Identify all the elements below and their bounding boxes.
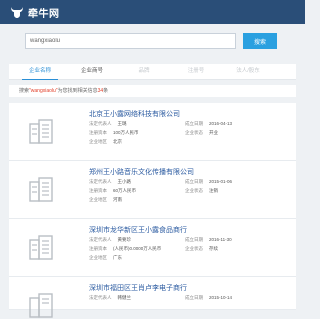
summary-middle: 为您找到相关信息 — [57, 88, 98, 94]
company-region-field: 企业地区 广东 — [89, 255, 122, 261]
field-label: 注册资本 — [89, 130, 107, 135]
field-label: 企业地区 — [89, 255, 107, 260]
result-summary: 搜索"wangxiaolu"为您找到相关信息34条 — [9, 85, 296, 97]
field-value: 黄要珍 — [117, 237, 132, 242]
field-label: 成立日期 — [185, 237, 203, 242]
company-status-field: 企业状态 注销 — [185, 188, 218, 194]
field-label: 企业状态 — [185, 188, 203, 193]
founded-date-field: 成立日期 2016-11-30 — [185, 237, 232, 243]
legal-rep-field: 法定代表人 王小路 — [89, 179, 131, 185]
field-value: 2015-10-14 — [209, 295, 233, 300]
field-label: 法定代表人 — [89, 179, 112, 184]
tab-legal-person[interactable]: 法人/股东 — [230, 64, 266, 79]
registered-capital-field: 注册资本 (人民币)0.0000万人民币 — [89, 246, 161, 252]
field-label: 企业地区 — [89, 139, 107, 144]
field-value: 王璐 — [117, 121, 127, 126]
legal-rep-field: 法定代表人 黄要珍 — [89, 237, 131, 243]
company-name-link[interactable]: 郑州王小路音乐文化传播有限公司 — [89, 167, 194, 177]
field-value: 开业 — [209, 130, 218, 135]
founded-date-field: 成立日期 2015-10-14 — [185, 295, 232, 301]
field-label: 注册资本 — [89, 246, 107, 251]
top-header: 牵牛网 — [0, 0, 305, 24]
summary-prefix: 搜索 — [19, 88, 30, 94]
field-label: 成立日期 — [185, 179, 203, 184]
tab-brand[interactable]: 品牌 — [126, 64, 162, 79]
building-icon — [29, 293, 53, 318]
summary-suffix: 条 — [103, 88, 109, 94]
field-value: 存续 — [209, 246, 218, 251]
field-value: 2015-01-06 — [209, 179, 233, 184]
field-value: 广东 — [113, 255, 122, 260]
legal-rep-field: 法定代表人 韩健兰 — [89, 295, 131, 301]
founded-date-field: 成立日期 2016-04-13 — [185, 121, 232, 127]
field-label: 注册资本 — [89, 188, 107, 193]
company-name-link[interactable]: 北京王小露网络科技有限公司 — [89, 109, 180, 119]
company-name-link[interactable]: 深圳市龙华新区王小露食品商行 — [89, 225, 187, 235]
tab-company-name[interactable]: 企业名称 — [22, 64, 58, 80]
bull-logo-icon — [11, 7, 23, 18]
field-value: 河南 — [113, 197, 122, 202]
registered-capital-field: 注册资本 60万人民币 — [89, 188, 136, 194]
brand-name: 牵牛网 — [28, 8, 60, 20]
field-value: 韩健兰 — [117, 295, 132, 300]
company-list: 北京王小露网络科技有限公司 法定代表人 王璐 成立日期 2016-04-13 注册资… — [9, 103, 296, 318]
company-card: 郑州王小路音乐文化传播有限公司 法定代表人 王小路 成立日期 2015-01-06 … — [9, 161, 296, 219]
field-value: 北京 — [113, 139, 122, 144]
registered-capital-field: 注册资本 100万人民币 — [89, 130, 139, 136]
legal-rep-field: 法定代表人 王璐 — [89, 121, 127, 127]
company-region-field: 企业地区 北京 — [89, 139, 122, 145]
search-type-tabs: 企业名称 企业商号 品牌 注册号 法人/股东 — [9, 64, 296, 80]
field-value: 王小路 — [117, 179, 132, 184]
building-icon — [29, 119, 53, 144]
field-value: 2016-04-13 — [209, 121, 233, 126]
company-card: 深圳市龙华新区王小露食品商行 法定代表人 黄要珍 成立日期 2016-11-30 注… — [9, 219, 296, 277]
company-name-link[interactable]: 深圳市福田区王肖卢李电子商行 — [89, 283, 187, 293]
company-status-field: 企业状态 存续 — [185, 246, 218, 252]
building-icon — [29, 235, 53, 260]
tab-registration-number[interactable]: 注册号 — [178, 64, 214, 79]
field-label: 法定代表人 — [89, 121, 112, 126]
field-label: 企业状态 — [185, 246, 203, 251]
field-value: 100万人民币 — [113, 130, 139, 135]
search-button[interactable]: 搜索 — [243, 33, 277, 49]
building-icon — [29, 177, 53, 202]
field-value: (人民币)0.0000万人民币 — [113, 246, 162, 251]
brand-logo[interactable]: 牵牛网 — [9, 4, 60, 20]
company-card: 深圳市福田区王肖卢李电子商行 法定代表人 韩健兰 成立日期 2015-10-14 — [9, 277, 296, 318]
company-card: 北京王小露网络科技有限公司 法定代表人 王璐 成立日期 2016-04-13 注册资… — [9, 103, 296, 161]
founded-date-field: 成立日期 2015-01-06 — [185, 179, 232, 185]
company-status-field: 企业状态 开业 — [185, 130, 218, 136]
search-bar: 搜索 — [9, 33, 296, 49]
field-value: 注销 — [209, 188, 218, 193]
tab-trade-name[interactable]: 企业商号 — [74, 64, 110, 79]
field-label: 法定代表人 — [89, 237, 112, 242]
summary-query: "wangxiaolu" — [29, 88, 58, 94]
field-value: 2016-11-30 — [209, 237, 232, 242]
company-region-field: 企业地区 河南 — [89, 197, 122, 203]
field-label: 成立日期 — [185, 121, 203, 126]
search-input[interactable] — [25, 33, 236, 49]
field-value: 60万人民币 — [113, 188, 137, 193]
field-label: 成立日期 — [185, 295, 203, 300]
field-label: 企业状态 — [185, 130, 203, 135]
field-label: 法定代表人 — [89, 295, 112, 300]
field-label: 企业地区 — [89, 197, 107, 202]
